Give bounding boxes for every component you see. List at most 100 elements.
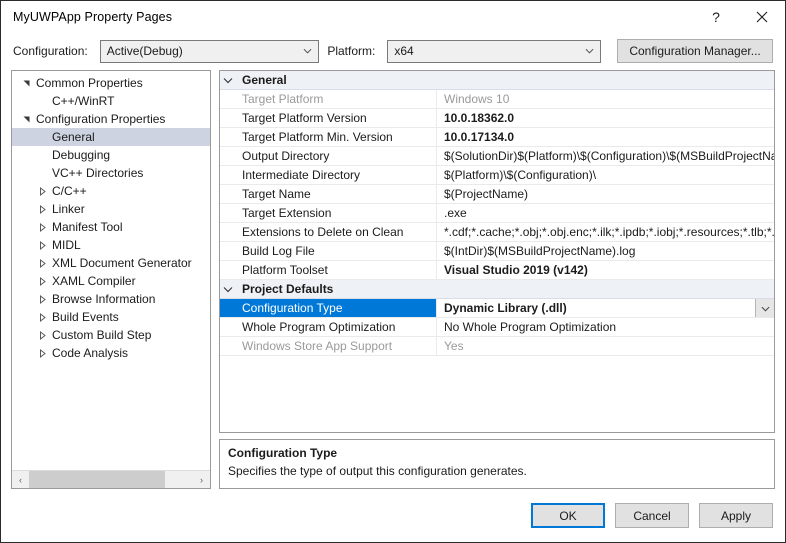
grid-row-target-platform[interactable]: Target Platform Windows 10: [220, 90, 774, 109]
property-value-cell[interactable]: Dynamic Library (.dll): [436, 299, 774, 317]
collapsed-triangle-icon: [39, 294, 46, 304]
property-grid[interactable]: General Target Platform Windows 10 Target P…: [219, 70, 775, 433]
platform-select[interactable]: x64: [387, 39, 602, 63]
configuration-select[interactable]: Active(Debug): [99, 39, 320, 63]
tree-horizontal-scrollbar[interactable]: ‹ ›: [12, 470, 210, 488]
value-dropdown-button[interactable]: [755, 299, 774, 317]
property-value-cell[interactable]: $(Platform)\$(Configuration)\: [436, 166, 774, 184]
tree-item-custom-build-step[interactable]: Custom Build Step: [12, 326, 210, 344]
grid-row-target-platform-min-version[interactable]: Target Platform Min. Version 10.0.17134.0: [220, 128, 774, 147]
grid-row-configuration-type[interactable]: Configuration Type Dynamic Library (.dll): [220, 299, 774, 318]
tree-item-midl[interactable]: MIDL: [12, 236, 210, 254]
property-name-cell[interactable]: Build Log File: [220, 242, 436, 260]
scroll-thumb[interactable]: [29, 471, 166, 488]
tree-item-label: C++/WinRT: [52, 94, 115, 108]
tree-item-c-c[interactable]: C/C++: [12, 182, 210, 200]
scroll-left-button[interactable]: ‹: [12, 471, 29, 488]
tree-item-code-analysis[interactable]: Code Analysis: [12, 344, 210, 362]
tree-item-label: Build Events: [52, 310, 119, 324]
grid-row-extensions-to-delete-on-clean[interactable]: Extensions to Delete on Clean *.cdf;*.cac…: [220, 223, 774, 242]
grid-row-target-name[interactable]: Target Name $(ProjectName): [220, 185, 774, 204]
cancel-button[interactable]: Cancel: [615, 503, 689, 528]
tree-item-configuration-properties[interactable]: Configuration Properties: [12, 110, 210, 128]
help-button[interactable]: ?: [693, 1, 739, 32]
tree-expander[interactable]: [34, 240, 50, 250]
tree-expander[interactable]: [34, 294, 50, 304]
tree-item-browse-information[interactable]: Browse Information: [12, 290, 210, 308]
close-button[interactable]: [739, 1, 785, 32]
tree-item-common-properties[interactable]: Common Properties: [12, 74, 210, 92]
grid-row-output-directory[interactable]: Output Directory $(SolutionDir)$(Platform…: [220, 147, 774, 166]
chevron-down-icon: [223, 78, 233, 84]
tree-item-general[interactable]: General: [12, 128, 210, 146]
property-value-cell[interactable]: 10.0.17134.0: [436, 128, 774, 146]
property-value-cell[interactable]: *.cdf;*.cache;*.obj;*.obj.enc;*.ilk;*.ip…: [436, 223, 774, 241]
property-name-cell[interactable]: General: [220, 71, 436, 89]
tree-item-build-events[interactable]: Build Events: [12, 308, 210, 326]
property-name-cell[interactable]: Extensions to Delete on Clean: [220, 223, 436, 241]
tree-item-debugging[interactable]: Debugging: [12, 146, 210, 164]
property-value-cell[interactable]: Visual Studio 2019 (v142): [436, 261, 774, 279]
configuration-manager-button[interactable]: Configuration Manager...: [617, 39, 773, 63]
property-pane: General Target Platform Windows 10 Target P…: [219, 70, 775, 489]
property-name-cell[interactable]: Windows Store App Support: [220, 337, 436, 355]
tree-expander[interactable]: [34, 186, 50, 196]
grid-row-intermediate-directory[interactable]: Intermediate Directory $(Platform)\$(Conf…: [220, 166, 774, 185]
property-name-cell[interactable]: Target Platform Version: [220, 109, 436, 127]
apply-button[interactable]: Apply: [699, 503, 773, 528]
property-name-cell[interactable]: Platform Toolset: [220, 261, 436, 279]
property-value-cell[interactable]: $(SolutionDir)$(Platform)\$(Configuratio…: [436, 147, 774, 165]
property-value: $(ProjectName): [444, 187, 529, 201]
property-value-cell[interactable]: No Whole Program Optimization: [436, 318, 774, 336]
scroll-track[interactable]: [29, 471, 193, 488]
category-expander[interactable]: [220, 75, 236, 85]
tree-expander[interactable]: [34, 312, 50, 322]
property-name-cell[interactable]: Target Platform Min. Version: [220, 128, 436, 146]
property-name-cell[interactable]: Output Directory: [220, 147, 436, 165]
property-value-cell[interactable]: Yes: [436, 337, 774, 355]
grid-row-platform-toolset[interactable]: Platform Toolset Visual Studio 2019 (v142…: [220, 261, 774, 280]
grid-row-build-log-file[interactable]: Build Log File $(IntDir)$(MSBuildProjectN…: [220, 242, 774, 261]
tree-expander[interactable]: [18, 115, 34, 124]
grid-row-target-extension[interactable]: Target Extension .exe: [220, 204, 774, 223]
property-name: Extensions to Delete on Clean: [242, 225, 404, 239]
property-name-cell[interactable]: Intermediate Directory: [220, 166, 436, 184]
tree-expander[interactable]: [18, 79, 34, 88]
tree-expander[interactable]: [34, 276, 50, 286]
grid-category-project-defaults[interactable]: Project Defaults: [220, 280, 774, 299]
property-name-cell[interactable]: Whole Program Optimization: [220, 318, 436, 336]
tree-item-label: Browse Information: [52, 292, 156, 306]
tree-expander[interactable]: [34, 222, 50, 232]
property-name-cell[interactable]: Target Name: [220, 185, 436, 203]
property-value-cell[interactable]: $(IntDir)$(MSBuildProjectName).log: [436, 242, 774, 260]
tree-item-linker[interactable]: Linker: [12, 200, 210, 218]
property-name-cell[interactable]: Project Defaults: [220, 280, 436, 298]
tree-expander[interactable]: [34, 204, 50, 214]
property-value-cell[interactable]: 10.0.18362.0: [436, 109, 774, 127]
tree-item-xaml-compiler[interactable]: XAML Compiler: [12, 272, 210, 290]
collapsed-triangle-icon: [39, 276, 46, 286]
property-name-cell[interactable]: Configuration Type: [220, 299, 436, 317]
property-tree[interactable]: Common Properties C++/WinRT Configuration …: [12, 71, 210, 470]
grid-row-windows-store-app-support[interactable]: Windows Store App Support Yes: [220, 337, 774, 356]
scroll-right-button[interactable]: ›: [193, 471, 210, 488]
property-name-cell[interactable]: Target Extension: [220, 204, 436, 222]
grid-row-target-platform-version[interactable]: Target Platform Version 10.0.18362.0: [220, 109, 774, 128]
grid-row-whole-program-optimization[interactable]: Whole Program Optimization No Whole Progr…: [220, 318, 774, 337]
property-value-cell[interactable]: $(ProjectName): [436, 185, 774, 203]
property-name-cell[interactable]: Target Platform: [220, 90, 436, 108]
tree-item-label: XAML Compiler: [52, 274, 136, 288]
tree-item-xml-document-generator[interactable]: XML Document Generator: [12, 254, 210, 272]
tree-expander[interactable]: [34, 330, 50, 340]
property-value-cell[interactable]: Windows 10: [436, 90, 774, 108]
tree-item-vc-directories[interactable]: VC++ Directories: [12, 164, 210, 182]
ok-button[interactable]: OK: [531, 503, 605, 528]
property-value-cell[interactable]: .exe: [436, 204, 774, 222]
category-expander[interactable]: [220, 284, 236, 294]
tree-item-c-winrt[interactable]: C++/WinRT: [12, 92, 210, 110]
tree-item-manifest-tool[interactable]: Manifest Tool: [12, 218, 210, 236]
tree-expander[interactable]: [34, 258, 50, 268]
property-name: Project Defaults: [242, 282, 334, 296]
tree-expander[interactable]: [34, 348, 50, 358]
grid-category-general[interactable]: General: [220, 71, 774, 90]
